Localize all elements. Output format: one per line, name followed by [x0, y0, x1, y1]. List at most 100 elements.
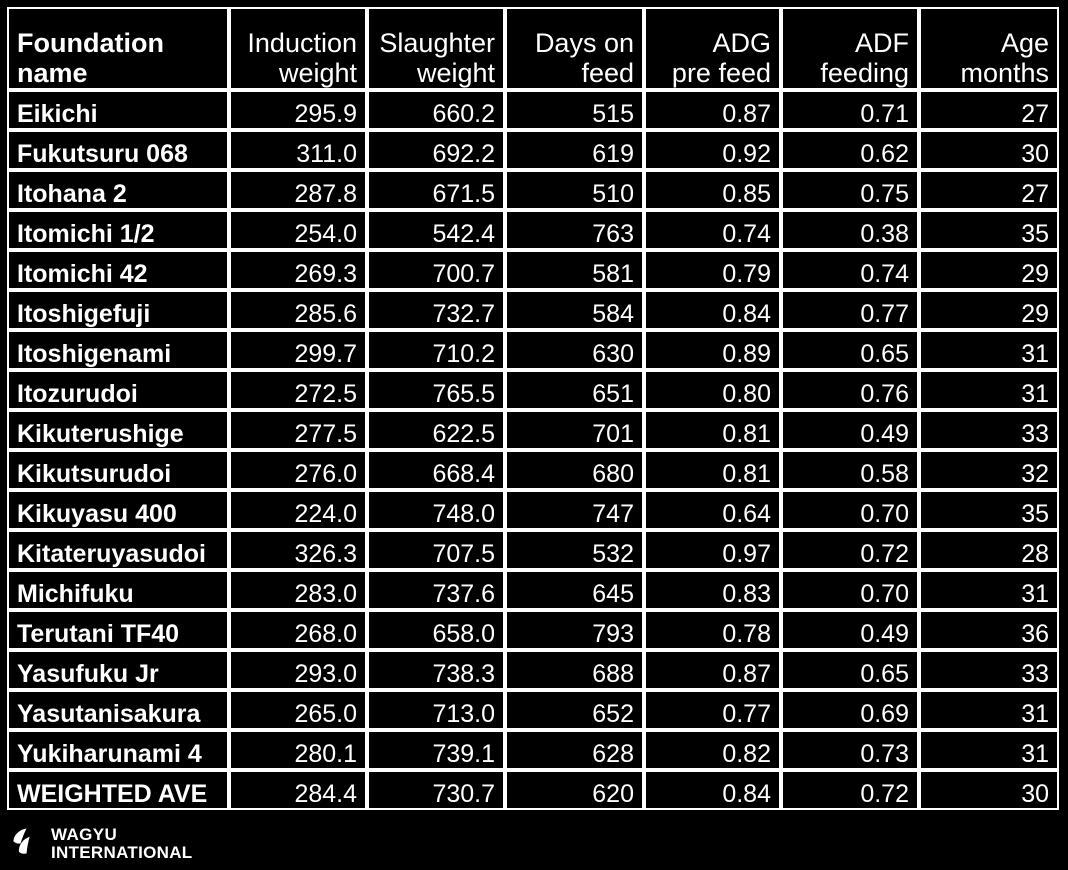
table-row[interactable]: Kikuyasu 400 224.0 748.0 747 0.64 0.70 35 [7, 490, 1059, 530]
cell-sla[interactable]: 732.7 [367, 290, 505, 330]
table-row[interactable]: Michifuku 283.0 737.6 645 0.83 0.70 31 [7, 570, 1059, 610]
cell-sla[interactable]: 658.0 [367, 610, 505, 650]
cell-sla[interactable]: 710.2 [367, 330, 505, 370]
cell-adg[interactable]: 0.83 [644, 570, 781, 610]
cell-ind[interactable]: 326.3 [229, 530, 367, 570]
cell-age[interactable]: 31 [919, 330, 1059, 370]
column-header-ind[interactable]: Induction weight [229, 7, 367, 90]
cell-days[interactable]: 763 [505, 210, 644, 250]
cell-adf[interactable]: 0.72 [781, 530, 919, 570]
cell-name[interactable]: Fukutsuru 068 [7, 130, 229, 170]
cell-age[interactable]: 27 [919, 90, 1059, 130]
cell-age[interactable]: 30 [919, 130, 1059, 170]
cell-sla[interactable]: 730.7 [367, 770, 505, 810]
cell-adg[interactable]: 0.87 [644, 90, 781, 130]
column-header-name[interactable]: Foundation name [7, 7, 229, 90]
cell-age[interactable]: 33 [919, 650, 1059, 690]
cell-sla[interactable]: 713.0 [367, 690, 505, 730]
column-header-adf[interactable]: ADF feeding [781, 7, 919, 90]
table-row[interactable]: Fukutsuru 068 311.0 692.2 619 0.92 0.62 30 [7, 130, 1059, 170]
cell-days[interactable]: 584 [505, 290, 644, 330]
cell-adf[interactable]: 0.62 [781, 130, 919, 170]
cell-name[interactable]: Yasufuku Jr [7, 650, 229, 690]
cell-age[interactable]: 35 [919, 210, 1059, 250]
cell-sla[interactable]: 542.4 [367, 210, 505, 250]
cell-adf[interactable]: 0.70 [781, 490, 919, 530]
cell-age[interactable]: 28 [919, 530, 1059, 570]
cell-name[interactable]: Itoshigefuji [7, 290, 229, 330]
table-row[interactable]: Itomichi 1/2 254.0 542.4 763 0.74 0.38 35 [7, 210, 1059, 250]
cell-name[interactable]: Kikuyasu 400 [7, 490, 229, 530]
table-row[interactable]: Itoshigefuji 285.6 732.7 584 0.84 0.77 29 [7, 290, 1059, 330]
cell-age[interactable]: 33 [919, 410, 1059, 450]
cell-sla[interactable]: 748.0 [367, 490, 505, 530]
cell-sla[interactable]: 739.1 [367, 730, 505, 770]
cell-adg[interactable]: 0.79 [644, 250, 781, 290]
cell-sla[interactable]: 622.5 [367, 410, 505, 450]
cell-adf[interactable]: 0.75 [781, 170, 919, 210]
cell-ind[interactable]: 293.0 [229, 650, 367, 690]
cell-adf[interactable]: 0.72 [781, 770, 919, 810]
cell-age[interactable]: 35 [919, 490, 1059, 530]
table-row[interactable]: Itozurudoi 272.5 765.5 651 0.80 0.76 31 [7, 370, 1059, 410]
cell-adf[interactable]: 0.74 [781, 250, 919, 290]
cell-adf[interactable]: 0.49 [781, 610, 919, 650]
cell-ind[interactable]: 287.8 [229, 170, 367, 210]
cell-name[interactable]: Itoshigenami [7, 330, 229, 370]
cell-adg[interactable]: 0.82 [644, 730, 781, 770]
column-header-sla[interactable]: Slaughter weight [367, 7, 505, 90]
cell-days[interactable]: 680 [505, 450, 644, 490]
cell-days[interactable]: 645 [505, 570, 644, 610]
cell-ind[interactable]: 299.7 [229, 330, 367, 370]
cell-adg[interactable]: 0.97 [644, 530, 781, 570]
cell-ind[interactable]: 295.9 [229, 90, 367, 130]
cell-adg[interactable]: 0.87 [644, 650, 781, 690]
cell-adf[interactable]: 0.76 [781, 370, 919, 410]
cell-days[interactable]: 620 [505, 770, 644, 810]
cell-ind[interactable]: 285.6 [229, 290, 367, 330]
table-row[interactable]: Kikutsurudoi 276.0 668.4 680 0.81 0.58 32 [7, 450, 1059, 490]
cell-name[interactable]: Kitateruyasudoi [7, 530, 229, 570]
cell-adg[interactable]: 0.84 [644, 770, 781, 810]
cell-age[interactable]: 29 [919, 250, 1059, 290]
cell-adf[interactable]: 0.69 [781, 690, 919, 730]
table-row[interactable]: Itohana 2 287.8 671.5 510 0.85 0.75 27 [7, 170, 1059, 210]
cell-days[interactable]: 688 [505, 650, 644, 690]
cell-age[interactable]: 31 [919, 690, 1059, 730]
column-header-age[interactable]: Age months [919, 7, 1059, 90]
column-header-adg[interactable]: ADG pre feed [644, 7, 781, 90]
cell-adg[interactable]: 0.78 [644, 610, 781, 650]
cell-adg[interactable]: 0.74 [644, 210, 781, 250]
cell-sla[interactable]: 738.3 [367, 650, 505, 690]
cell-ind[interactable]: 254.0 [229, 210, 367, 250]
table-row[interactable]: Kikuterushige 277.5 622.5 701 0.81 0.49 33 [7, 410, 1059, 450]
cell-adg[interactable]: 0.89 [644, 330, 781, 370]
cell-age[interactable]: 36 [919, 610, 1059, 650]
table-row[interactable]: Eikichi 295.9 660.2 515 0.87 0.71 27 [7, 90, 1059, 130]
cell-ind[interactable]: 265.0 [229, 690, 367, 730]
cell-age[interactable]: 31 [919, 570, 1059, 610]
cell-sla[interactable]: 707.5 [367, 530, 505, 570]
table-row[interactable]: Yasutanisakura 265.0 713.0 652 0.77 0.69 31 [7, 690, 1059, 730]
cell-days[interactable]: 747 [505, 490, 644, 530]
table-row[interactable]: Terutani TF40 268.0 658.0 793 0.78 0.49 36 [7, 610, 1059, 650]
table-row[interactable]: Yukiharunami 4 280.1 739.1 628 0.82 0.73 31 [7, 730, 1059, 770]
cell-ind[interactable]: 276.0 [229, 450, 367, 490]
cell-sla[interactable]: 765.5 [367, 370, 505, 410]
cell-adg[interactable]: 0.77 [644, 690, 781, 730]
cell-ind[interactable]: 280.1 [229, 730, 367, 770]
cell-age[interactable]: 32 [919, 450, 1059, 490]
table-row[interactable]: Itomichi 42 269.3 700.7 581 0.79 0.74 29 [7, 250, 1059, 290]
cell-days[interactable]: 701 [505, 410, 644, 450]
cell-name[interactable]: Eikichi [7, 90, 229, 130]
cell-name[interactable]: Itomichi 1/2 [7, 210, 229, 250]
cell-sla[interactable]: 671.5 [367, 170, 505, 210]
cell-adg[interactable]: 0.64 [644, 490, 781, 530]
cell-ind[interactable]: 272.5 [229, 370, 367, 410]
cell-days[interactable]: 515 [505, 90, 644, 130]
cell-days[interactable]: 532 [505, 530, 644, 570]
cell-adf[interactable]: 0.65 [781, 650, 919, 690]
cell-sla[interactable]: 692.2 [367, 130, 505, 170]
cell-name[interactable]: Itozurudoi [7, 370, 229, 410]
cell-ind[interactable]: 224.0 [229, 490, 367, 530]
